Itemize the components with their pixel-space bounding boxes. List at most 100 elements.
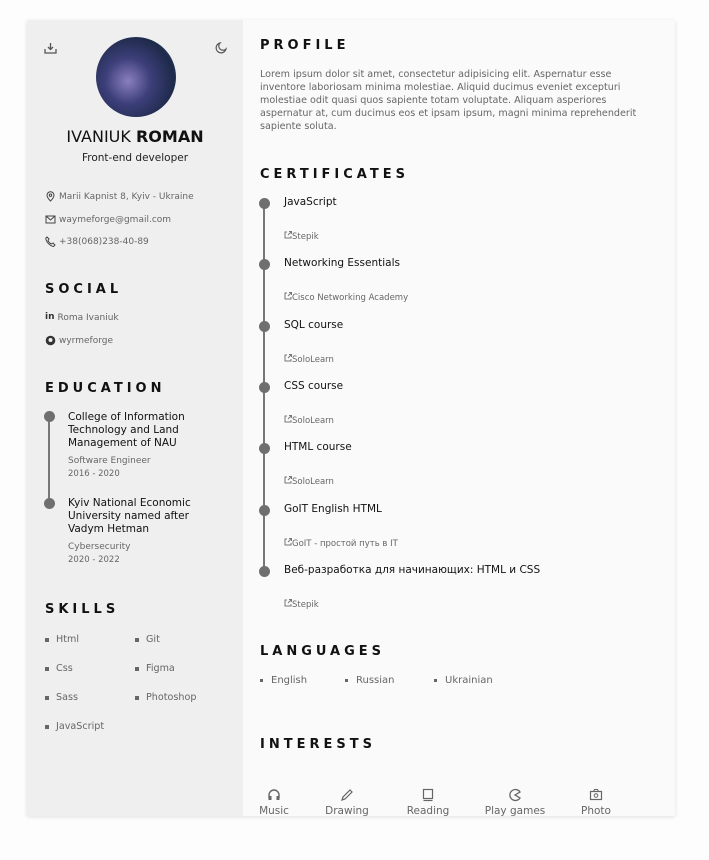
- timeline-dot: [259, 565, 270, 577]
- linkedin-icon: in: [45, 312, 55, 322]
- github-icon: [45, 335, 56, 346]
- timeline-dot: [259, 198, 270, 209]
- certificate-source[interactable]: SoloLearn: [292, 477, 334, 487]
- first-name: IVANIUK: [66, 127, 131, 146]
- language-item: Ukrainian: [445, 675, 493, 686]
- certificate-source[interactable]: Stepik: [292, 600, 319, 610]
- skill-item: JavaScript: [56, 721, 105, 732]
- certificate-source[interactable]: GoIT - простой путь в IT: [292, 539, 398, 549]
- skills-heading: SKILLS: [45, 602, 120, 617]
- sidebar: IVANIUK ROMAN Front-end developer Marii …: [27, 20, 243, 816]
- headphones-icon: [268, 789, 280, 800]
- external-link-icon: [284, 414, 292, 423]
- interest-label: Photo: [581, 805, 611, 817]
- phone-icon: [45, 236, 56, 247]
- email-link[interactable]: waymeforge@gmail.com: [59, 215, 171, 225]
- location-pin-icon: [46, 191, 55, 202]
- certificate-name: GoIT English HTML: [284, 502, 382, 515]
- skill-item: Figma: [146, 663, 175, 674]
- certificate-link[interactable]: GoIT - простой путь в IT: [284, 537, 398, 549]
- github-text[interactable]: wyrmeforge: [59, 336, 113, 346]
- camera-icon: [589, 789, 603, 801]
- external-link-icon: [284, 292, 292, 300]
- interest-photo: Photo: [556, 788, 636, 817]
- certificate-source[interactable]: Stepik: [292, 232, 319, 242]
- degree: Software Engineer: [68, 456, 151, 466]
- certificates-heading: CERTIFICATES: [260, 167, 409, 182]
- certificate-name: CSS course: [284, 379, 344, 392]
- skill-item: Git: [146, 634, 160, 645]
- bullet: [45, 696, 49, 700]
- address-text: Marii Kapnist 8, Kyiv - Ukraine: [59, 192, 194, 202]
- language-item: Russian: [356, 675, 395, 686]
- certificate-source[interactable]: SoloLearn: [292, 416, 334, 426]
- degree: Cybersecurity: [68, 542, 131, 552]
- interest-music: Music: [234, 788, 314, 817]
- download-icon[interactable]: [44, 42, 57, 54]
- profile-heading: PROFILE: [260, 38, 350, 53]
- github-link[interactable]: wyrmeforge: [45, 335, 113, 346]
- certificate-link[interactable]: Cisco Networking Academy: [284, 292, 408, 303]
- timeline-dot: [44, 498, 55, 509]
- skill-item: Photoshop: [146, 692, 197, 703]
- social-heading: SOCIAL: [45, 282, 123, 297]
- interest-reading: Reading: [388, 788, 468, 817]
- certificate-source[interactable]: Cisco Networking Academy: [292, 293, 408, 303]
- certificate-link[interactable]: Stepik: [284, 598, 319, 610]
- book-icon: [422, 788, 434, 802]
- certificate-link[interactable]: Stepik: [284, 231, 319, 242]
- education-item: Kyiv National Economic University named …: [68, 497, 208, 565]
- bullet: [135, 638, 139, 642]
- skill-item: Css: [56, 663, 73, 674]
- certificate-link[interactable]: SoloLearn: [284, 476, 334, 487]
- certificate-name: JavaScript: [284, 196, 337, 208]
- certificate-source[interactable]: SoloLearn: [292, 355, 334, 365]
- interests-heading: INTERESTS: [260, 737, 376, 752]
- education-timeline: [48, 415, 50, 503]
- mail-icon: [45, 215, 56, 224]
- last-name: ROMAN: [135, 127, 204, 146]
- school-name: Kyiv National Economic University named …: [68, 497, 191, 535]
- certificate-link[interactable]: SoloLearn: [284, 414, 334, 426]
- education-heading: EDUCATION: [45, 381, 166, 396]
- external-link-icon: [284, 537, 292, 545]
- years: 2016 - 2020: [68, 469, 120, 479]
- bullet: [45, 667, 49, 671]
- linkedin-link[interactable]: in Roma Ivaniuk: [45, 312, 119, 323]
- bullet: [135, 667, 139, 671]
- interest-drawing: Drawing: [307, 788, 387, 817]
- bullet: [260, 679, 263, 682]
- full-name: IVANIUK ROMAN: [27, 127, 243, 146]
- certificate-name: HTML course: [284, 441, 352, 454]
- moon-icon[interactable]: [215, 42, 227, 54]
- timeline-dot: [259, 381, 270, 393]
- languages-heading: LANGUAGES: [260, 644, 386, 659]
- timeline-dot: [44, 411, 55, 422]
- timeline-dot: [259, 320, 270, 332]
- external-link-icon: [284, 598, 292, 607]
- interest-label: Play games: [484, 805, 546, 817]
- external-link-icon: [284, 353, 292, 362]
- certificate-name: Веб-разработка для начинающих: HTML и CS…: [284, 563, 541, 576]
- interest-label: Drawing: [325, 805, 369, 817]
- phone-link[interactable]: +38(068)238-40-89: [59, 237, 149, 247]
- education-item: College of Information Technology and La…: [68, 411, 208, 479]
- linkedin-text[interactable]: Roma Ivaniuk: [58, 313, 119, 323]
- timeline-dot: [259, 504, 270, 516]
- external-link-icon: [284, 231, 292, 239]
- pacman-icon: [509, 788, 521, 802]
- years: 2020 - 2022: [68, 555, 120, 565]
- language-item: English: [271, 675, 308, 686]
- pencil-icon: [341, 789, 353, 801]
- job-title: Front-end developer: [81, 152, 189, 164]
- email[interactable]: waymeforge@gmail.com: [45, 214, 171, 225]
- interest-play-games: Play games: [475, 788, 555, 817]
- certificate-name: Networking Essentials: [284, 257, 400, 270]
- bullet: [135, 696, 139, 700]
- phone[interactable]: +38(068)238-40-89: [45, 236, 149, 247]
- bullet: [45, 638, 49, 642]
- bullet: [345, 679, 348, 682]
- certificate-link[interactable]: SoloLearn: [284, 353, 334, 365]
- resume-card: IVANIUK ROMAN Front-end developer Marii …: [27, 20, 675, 817]
- external-link-icon: [284, 476, 292, 484]
